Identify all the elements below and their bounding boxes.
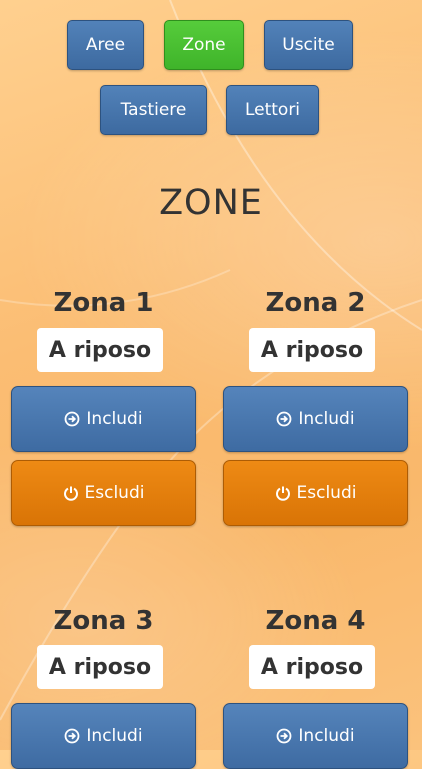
zone-2-status-badge: A riposo bbox=[249, 328, 375, 372]
zone-3-status-badge: A riposo bbox=[37, 645, 163, 689]
power-icon bbox=[275, 486, 290, 501]
nav-uscite-button[interactable]: Uscite bbox=[264, 20, 353, 70]
zone-1-include-label: Includi bbox=[86, 409, 143, 429]
nav-lettori-button[interactable]: Lettori bbox=[226, 85, 319, 135]
nav-lettori-label: Lettori bbox=[244, 100, 301, 120]
nav-aree-button[interactable]: Aree bbox=[67, 20, 144, 70]
zone-4-status-badge: A riposo bbox=[249, 645, 375, 689]
zone-1-status-badge: A riposo bbox=[37, 328, 163, 372]
zone-4-include-button[interactable]: Includi bbox=[223, 703, 408, 769]
zone-3-include-button[interactable]: Includi bbox=[11, 703, 196, 769]
zone-2-exclude-button[interactable]: Escludi bbox=[223, 460, 408, 526]
circle-arrow-right-icon bbox=[277, 728, 292, 744]
power-icon bbox=[63, 486, 78, 501]
zone-3-name: Zona 3 bbox=[53, 606, 154, 636]
zone-3-include-label: Includi bbox=[86, 726, 143, 746]
zone-2-exclude-label: Escludi bbox=[296, 483, 357, 503]
zone-1-exclude-label: Escludi bbox=[84, 483, 145, 503]
zone-4-name: Zona 4 bbox=[265, 606, 366, 636]
background-swoosh bbox=[0, 0, 422, 721]
circle-arrow-right-icon bbox=[277, 411, 292, 427]
nav-uscite-label: Uscite bbox=[282, 35, 335, 55]
zone-1-name: Zona 1 bbox=[53, 288, 154, 318]
zone-1-include-button[interactable]: Includi bbox=[11, 386, 196, 452]
nav-tastiere-label: Tastiere bbox=[120, 100, 187, 120]
zone-1-exclude-button[interactable]: Escludi bbox=[11, 460, 196, 526]
nav-tastiere-button[interactable]: Tastiere bbox=[100, 85, 207, 135]
circle-arrow-right-icon bbox=[65, 728, 80, 744]
nav-aree-label: Aree bbox=[85, 35, 126, 55]
zone-2-name: Zona 2 bbox=[265, 288, 366, 318]
zone-2-include-label: Includi bbox=[298, 409, 355, 429]
zone-2-include-button[interactable]: Includi bbox=[223, 386, 408, 452]
zone-4-include-label: Includi bbox=[298, 726, 355, 746]
nav-zone-label: Zone bbox=[182, 35, 226, 55]
circle-arrow-right-icon bbox=[65, 411, 80, 427]
nav-zone-button[interactable]: Zone bbox=[164, 20, 244, 70]
page-title: ZONE bbox=[159, 183, 263, 223]
